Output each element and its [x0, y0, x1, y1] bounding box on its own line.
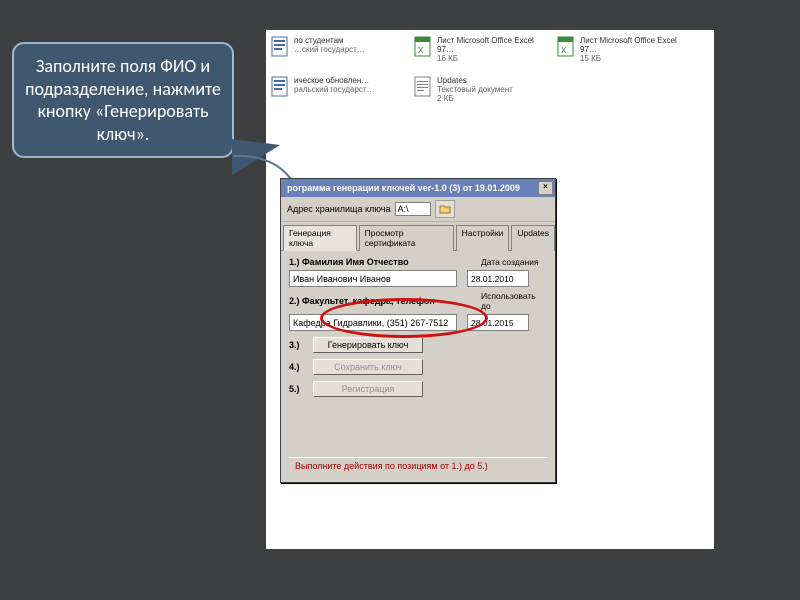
xls-icon: X: [556, 36, 576, 58]
file-item[interactable]: X Лист Microsoft Office Excel 97… 16 КБ: [413, 36, 548, 66]
tab-view-cert[interactable]: Просмотр сертификата: [359, 225, 454, 251]
svg-text:X: X: [561, 46, 567, 55]
status-bar: Выполните действия по позициям от 1.) до…: [289, 457, 547, 474]
dialog-titlebar[interactable]: рограмма генерации ключей ver-1.0 (3) от…: [281, 179, 555, 197]
keygen-dialog: рограмма генерации ключей ver-1.0 (3) от…: [280, 178, 556, 483]
file-name: Updates: [437, 76, 513, 85]
file-item[interactable]: X Лист Microsoft Office Excel 97… 15 КБ: [556, 36, 691, 66]
doc-icon: [270, 76, 290, 98]
date-created-label: Дата создания: [481, 257, 547, 267]
step3-number: 3.): [289, 340, 307, 350]
browse-button[interactable]: [435, 200, 455, 218]
file-item[interactable]: Updates Текстовый документ 2 КБ: [413, 76, 548, 106]
xls-icon: X: [413, 36, 433, 58]
button-label: Сохранить ключ: [334, 362, 402, 372]
step4-number: 4.): [289, 362, 307, 372]
file-name: Лист Microsoft Office Excel 97…: [437, 36, 548, 54]
address-label: Адрес хранилища ключа: [287, 204, 391, 214]
file-item[interactable]: по студентам …ский государст…: [270, 36, 405, 66]
doc-icon: [270, 36, 290, 58]
close-button[interactable]: ×: [538, 181, 553, 195]
file-desc: 15 КБ: [580, 54, 691, 63]
file-size: 2 КБ: [437, 94, 513, 103]
tab-label: Настройки: [462, 228, 504, 238]
tab-strip: Генерация ключа Просмотр сертификата Нас…: [281, 222, 555, 251]
address-input[interactable]: [395, 202, 431, 216]
date-until-input[interactable]: [467, 314, 529, 331]
file-item[interactable]: ическое обновлен… ральский государст…: [270, 76, 405, 106]
file-name: ическое обновлен…: [294, 76, 375, 85]
dialog-title: рограмма генерации ключей ver-1.0 (3) от…: [287, 183, 520, 193]
tab-updates[interactable]: Updates: [511, 225, 555, 251]
department-label: 2.) Факультет, кафедра, телефон: [289, 296, 481, 306]
status-text: Выполните действия по позициям от 1.) до…: [295, 461, 488, 471]
file-desc: 16 КБ: [437, 54, 548, 63]
tab-label: Просмотр сертификата: [365, 228, 416, 248]
key-store-address-row: Адрес хранилища ключа: [281, 197, 555, 222]
date-created-input[interactable]: [467, 270, 529, 287]
button-label: Регистрация: [342, 384, 395, 394]
fullname-input[interactable]: [289, 270, 457, 287]
file-list: по студентам …ский государст… X Лист Mic…: [266, 34, 714, 114]
file-name: по студентам: [294, 36, 365, 45]
instruction-callout: Заполните поля ФИО и подразделение, нажм…: [12, 42, 234, 158]
department-input[interactable]: [289, 314, 457, 331]
keygen-panel: 1.) Фамилия Имя Отчество Дата создания 2…: [281, 251, 555, 482]
tab-keygen[interactable]: Генерация ключа: [283, 225, 357, 251]
register-button[interactable]: Регистрация: [313, 381, 423, 397]
close-icon: ×: [543, 182, 548, 191]
svg-text:X: X: [418, 46, 424, 55]
tab-label: Генерация ключа: [289, 228, 331, 248]
tab-label: Updates: [517, 228, 549, 238]
tab-settings[interactable]: Настройки: [456, 225, 510, 251]
save-key-button[interactable]: Сохранить ключ: [313, 359, 423, 375]
folder-icon: [439, 204, 451, 214]
button-label: Генерировать ключ: [328, 340, 409, 350]
generate-key-button[interactable]: Генерировать ключ: [313, 337, 423, 353]
file-desc: ральский государст…: [294, 85, 375, 94]
callout-text: Заполните поля ФИО и подразделение, нажм…: [22, 55, 224, 145]
fullname-label: 1.) Фамилия Имя Отчество: [289, 257, 481, 267]
date-until-label: Использовать до: [481, 291, 547, 311]
file-desc: Текстовый документ: [437, 85, 513, 94]
file-desc: …ский государст…: [294, 45, 365, 54]
file-name: Лист Microsoft Office Excel 97…: [580, 36, 691, 54]
step5-number: 5.): [289, 384, 307, 394]
txt-icon: [413, 76, 433, 98]
